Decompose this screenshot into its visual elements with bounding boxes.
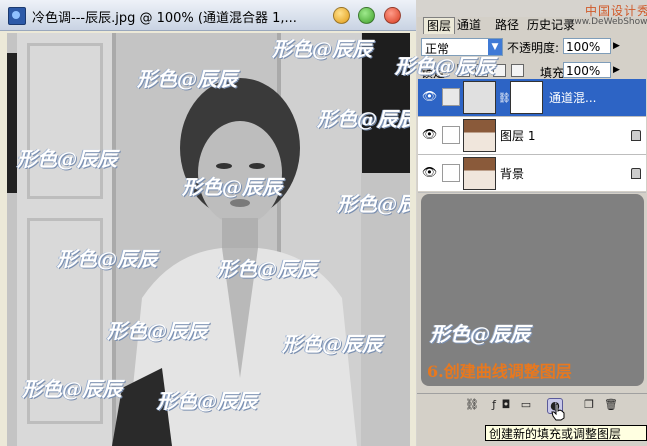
watermark: 形色@辰辰 xyxy=(22,377,122,401)
eye-icon[interactable]: 👁 xyxy=(422,166,438,178)
new-layer-icon[interactable]: ❐ xyxy=(582,398,596,412)
link-box[interactable] xyxy=(442,126,460,144)
opacity-label: 不透明度: xyxy=(507,41,560,55)
folder-icon[interactable]: ▭ xyxy=(519,398,533,412)
fill-arrow-icon[interactable]: ▶ xyxy=(613,65,620,75)
adjustment-thumbnail xyxy=(463,81,496,114)
lock-icon xyxy=(631,130,641,141)
tab-channels[interactable]: 通道 xyxy=(457,17,481,33)
tooltip: 创建新的填充或调整图层 xyxy=(485,425,647,441)
lock-icon xyxy=(631,168,641,179)
document-title: 冷色调---辰辰.jpg @ 100% (通道混合器 1,... xyxy=(32,11,297,25)
mask-icon[interactable]: ◘ xyxy=(499,398,513,412)
watermark: 形色@辰辰 xyxy=(182,175,282,199)
layer-row-layer-1[interactable]: 👁 图层 1 xyxy=(418,117,646,155)
eye-icon[interactable]: 👁 xyxy=(422,128,438,140)
mask-thumbnail[interactable] xyxy=(510,81,543,114)
layer-thumbnail xyxy=(463,119,496,152)
watermark: 形色@辰辰 xyxy=(337,192,410,216)
site-url-text: www.DeWebShow.com xyxy=(567,17,647,27)
watermark: 形色@辰辰 xyxy=(317,107,410,131)
watermark: 形色@辰辰 xyxy=(57,247,157,271)
document-title-bar[interactable]: 冷色调---辰辰.jpg @ 100% (通道混合器 1,... xyxy=(0,0,416,31)
watermark: 形色@辰辰 xyxy=(282,332,382,356)
layers-list: 👁 ⛓ 通道混... 👁 图层 1 👁 背景 xyxy=(418,79,646,193)
hand-cursor-icon xyxy=(551,403,565,421)
chain-link-icon[interactable]: ⛓ xyxy=(498,93,511,104)
watermark: 形色@辰辰 xyxy=(137,67,237,91)
step-caption: 6.创建曲线调整图层 xyxy=(427,362,572,381)
fill-field[interactable]: 100% xyxy=(563,62,611,78)
layer-name: 图层 1 xyxy=(500,129,536,143)
watermark: 形色@辰辰 xyxy=(17,147,117,171)
close-button[interactable] xyxy=(384,7,401,24)
opacity-arrow-icon[interactable]: ▶ xyxy=(613,41,620,51)
watermark: 形色@辰辰 xyxy=(217,257,317,281)
layer-thumbnail xyxy=(463,157,496,190)
image-canvas[interactable]: 形色@辰辰 形色@辰辰 形色@辰辰 形色@辰辰 形色@辰辰 形色@辰辰 形色@辰… xyxy=(7,33,410,446)
trash-icon[interactable]: 🗑 xyxy=(604,398,618,412)
watermark: 形色@辰辰 xyxy=(157,389,257,413)
watermark: 形色@辰辰 xyxy=(430,322,530,346)
photoshop-document-icon xyxy=(8,7,26,25)
lock-all-icon[interactable] xyxy=(511,64,524,77)
layer-row-channel-mixer[interactable]: 👁 ⛓ 通道混... xyxy=(418,79,646,117)
tab-layers[interactable]: 图层 xyxy=(423,17,455,34)
opacity-field[interactable]: 100% xyxy=(563,38,611,54)
eye-icon[interactable]: 👁 xyxy=(422,90,438,102)
layer-name: 通道混... xyxy=(549,91,597,105)
link-box[interactable] xyxy=(442,164,460,182)
link-icon[interactable]: ⛓ xyxy=(465,398,479,412)
tab-paths[interactable]: 路径 xyxy=(495,17,519,33)
panel-bottom-toolbar: ⛓ ƒ ◘ ▭ ◐ ❐ 🗑 xyxy=(417,393,647,418)
watermark: 形色@辰辰 xyxy=(107,319,207,343)
adjustment-indicator-icon xyxy=(442,88,460,106)
watermark: 形色@辰辰 xyxy=(272,37,372,61)
watermark: 形色@辰辰 xyxy=(395,54,495,78)
layer-row-background[interactable]: 👁 背景 xyxy=(418,155,646,193)
layer-name: 背景 xyxy=(500,167,525,181)
document-window: 冷色调---辰辰.jpg @ 100% (通道混合器 1,... 形色@辰辰 形… xyxy=(0,0,416,446)
minimize-button[interactable] xyxy=(333,7,350,24)
maximize-button[interactable] xyxy=(358,7,375,24)
